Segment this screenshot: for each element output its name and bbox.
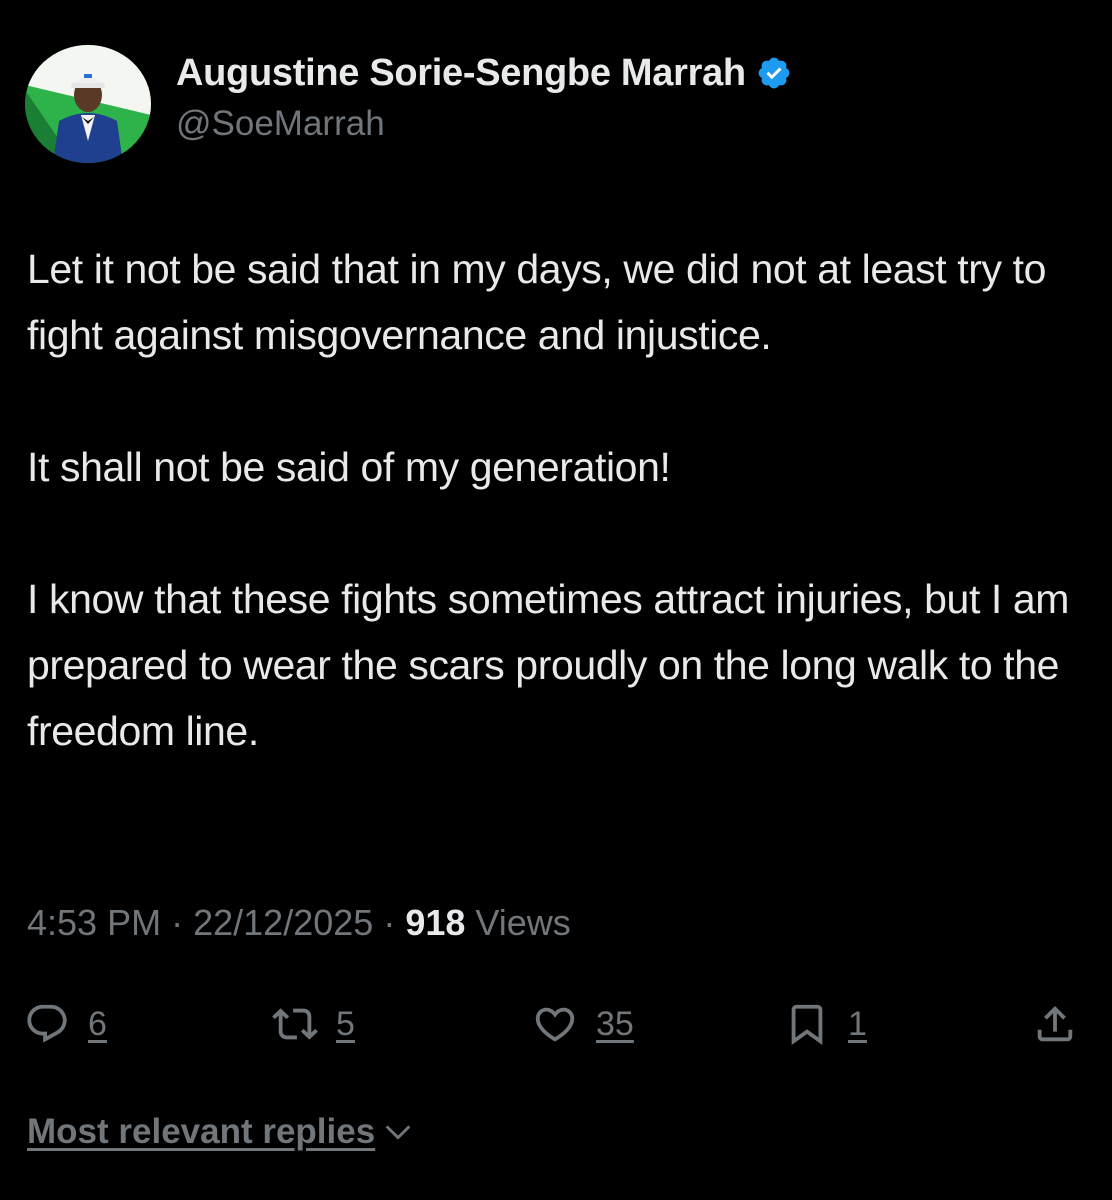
repost-button[interactable]: 5 <box>272 994 355 1054</box>
tweet-time[interactable]: 4:53 PM <box>27 902 161 943</box>
author-handle[interactable]: @SoeMarrah <box>176 104 385 144</box>
tweet-paragraph: I know that these fights sometimes attra… <box>27 576 1070 754</box>
share-button[interactable] <box>1032 994 1078 1054</box>
tweet-text: Let it not be said that in my days, we d… <box>27 236 1077 764</box>
chevron-down-icon <box>385 1125 411 1140</box>
tweet-paragraph: It shall not be said of my generation! <box>27 444 671 490</box>
display-name[interactable]: Augustine Sorie-Sengbe Marrah <box>176 52 746 95</box>
share-icon <box>1037 1005 1073 1042</box>
heart-icon <box>535 1007 575 1042</box>
repost-count: 5 <box>336 1004 355 1043</box>
reply-icon <box>27 1004 67 1043</box>
action-bar: 6 5 35 1 <box>0 994 1112 1054</box>
reply-button[interactable]: 6 <box>24 994 107 1054</box>
views-count: 918 <box>405 902 466 943</box>
tweet-paragraph: Let it not be said that in my days, we d… <box>27 246 1046 358</box>
reply-count: 6 <box>88 1004 107 1043</box>
avatar[interactable] <box>25 45 151 163</box>
replies-sort-dropdown[interactable]: Most relevant replies <box>27 1112 415 1152</box>
tweet-date[interactable]: 22/12/2025 <box>193 902 373 943</box>
like-button[interactable]: 35 <box>532 994 634 1054</box>
verified-badge-icon <box>758 57 790 89</box>
like-count: 35 <box>596 1004 634 1043</box>
meta-separator: · <box>383 902 396 943</box>
meta-separator: · <box>171 902 184 943</box>
repost-icon <box>272 1008 318 1040</box>
bookmark-count: 1 <box>848 1004 867 1043</box>
bookmark-button[interactable]: 1 <box>784 994 867 1054</box>
replies-sort-label[interactable]: Most relevant replies <box>27 1112 375 1152</box>
views-label: Views <box>475 902 571 943</box>
author-name-row[interactable]: Augustine Sorie-Sengbe Marrah <box>176 50 792 96</box>
bookmark-icon <box>791 1004 823 1045</box>
avatar-image <box>25 45 151 163</box>
tweet-meta: 4:53 PM · 22/12/2025 · 918 Views <box>27 902 571 944</box>
